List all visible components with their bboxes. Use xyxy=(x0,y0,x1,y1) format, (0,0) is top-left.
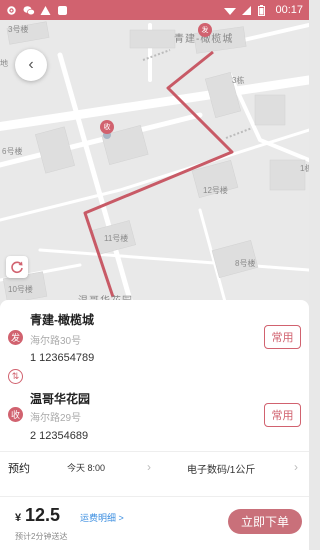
fee-detail-link[interactable]: 运费明细 > xyxy=(80,511,124,524)
wifi-icon xyxy=(224,5,237,16)
price-value: 12.5 xyxy=(25,505,61,525)
swap-address-icon[interactable]: ⇅ xyxy=(8,369,23,384)
map-label: 地 xyxy=(0,59,8,68)
place-order-button[interactable]: 立即下单 xyxy=(228,509,302,534)
battery-icon xyxy=(258,4,269,16)
currency-symbol: ¥ xyxy=(15,512,22,524)
chevron-left-icon: ‹ xyxy=(28,56,34,73)
status-time: 00:17 xyxy=(275,4,303,16)
map-label: 3栋 xyxy=(232,76,245,85)
reserve-label: 预约 xyxy=(8,463,30,475)
destination-contact: 2 12354689 xyxy=(30,430,89,442)
map-label: 11号楼 xyxy=(104,234,129,243)
eta-text: 预计2分钟送达 xyxy=(15,532,68,541)
sim-icon xyxy=(241,5,252,16)
map-label: 6号楼 xyxy=(2,147,23,156)
app-icon xyxy=(57,5,68,16)
destination-marker: 收 xyxy=(100,120,114,134)
chevron-right-icon: › xyxy=(294,460,298,474)
map-label: 3号楼 xyxy=(8,25,29,34)
origin-contact: 1 123654789 xyxy=(30,352,95,364)
reserve-time-select[interactable]: 今天 8:00 xyxy=(67,461,105,474)
map-label: 12号楼 xyxy=(203,186,228,195)
map-label: 8号楼 xyxy=(235,259,256,268)
origin-marker: 发 xyxy=(198,23,212,37)
map-label: 1栋 xyxy=(300,164,309,173)
chevron-right-icon: › xyxy=(147,460,151,474)
refresh-icon xyxy=(11,261,23,274)
status-bar: 00:17 xyxy=(0,0,309,20)
wechat-icon xyxy=(23,5,35,16)
destination-street: 海尔路29号 xyxy=(30,413,82,424)
alert-icon xyxy=(40,5,51,16)
map-label: 10号楼 xyxy=(8,285,33,294)
origin-name: 青建-橄榄城 xyxy=(30,313,94,327)
origin-tag: 发 xyxy=(8,330,23,345)
destination-favorite-button[interactable]: 常用 xyxy=(264,403,301,427)
gear-icon xyxy=(6,5,17,16)
item-type-select[interactable]: 电子数码/1公斤 xyxy=(187,461,255,476)
back-button[interactable]: ‹ xyxy=(15,49,47,81)
origin-street: 海尔路30号 xyxy=(30,336,82,347)
refresh-location-button[interactable] xyxy=(6,256,28,278)
destination-name: 温哥华花园 xyxy=(30,392,91,406)
origin-favorite-button[interactable]: 常用 xyxy=(264,325,301,349)
reserve-row[interactable]: 预约 今天 8:00 › 电子数码/1公斤 › xyxy=(0,452,309,482)
destination-tag: 收 xyxy=(8,407,23,422)
bottom-bar: ¥ 12.5 运费明细 > 预计2分钟送达 立即下单 xyxy=(0,496,309,550)
